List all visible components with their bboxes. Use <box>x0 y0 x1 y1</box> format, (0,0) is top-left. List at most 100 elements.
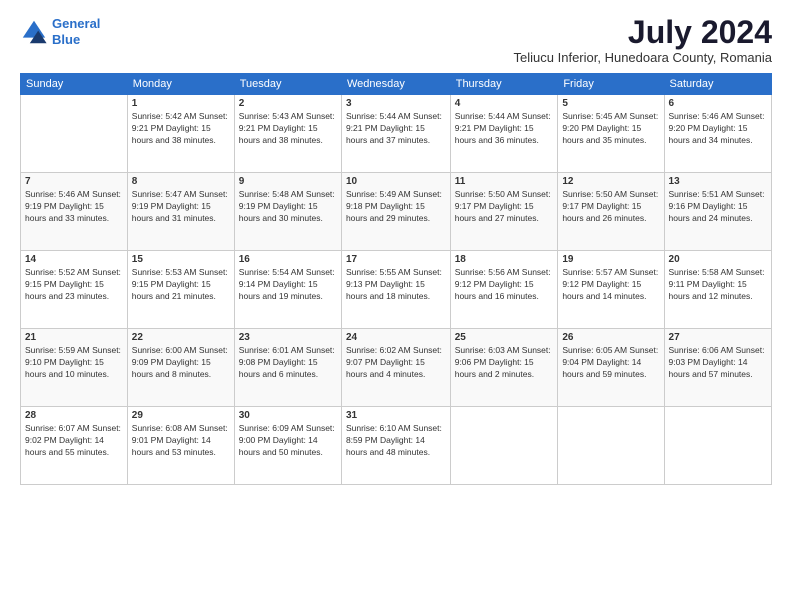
table-row: 5 Sunrise: 5:45 AM Sunset: 9:20 PM Daylig… <box>558 95 664 173</box>
col-monday: Monday <box>127 74 234 95</box>
day-number: 1 <box>132 98 230 109</box>
day-info: Sunrise: 5:54 AM Sunset: 9:14 PM Dayligh… <box>239 267 337 303</box>
day-number: 19 <box>562 254 659 265</box>
table-row: 22 Sunrise: 6:00 AM Sunset: 9:09 PM Dayli… <box>127 329 234 407</box>
day-info: Sunrise: 6:05 AM Sunset: 9:04 PM Dayligh… <box>562 345 659 381</box>
day-info: Sunrise: 5:56 AM Sunset: 9:12 PM Dayligh… <box>455 267 554 303</box>
day-info: Sunrise: 5:48 AM Sunset: 9:19 PM Dayligh… <box>239 189 337 225</box>
logo-text: General Blue <box>52 16 100 47</box>
calendar-week-5: 28 Sunrise: 6:07 AM Sunset: 9:02 PM Dayli… <box>21 407 772 485</box>
day-number: 8 <box>132 176 230 187</box>
col-thursday: Thursday <box>450 74 558 95</box>
day-number: 22 <box>132 332 230 343</box>
day-info: Sunrise: 5:51 AM Sunset: 9:16 PM Dayligh… <box>669 189 767 225</box>
col-friday: Friday <box>558 74 664 95</box>
table-row <box>664 407 771 485</box>
day-info: Sunrise: 5:50 AM Sunset: 9:17 PM Dayligh… <box>455 189 554 225</box>
logo: General Blue <box>20 16 100 47</box>
table-row: 11 Sunrise: 5:50 AM Sunset: 9:17 PM Dayli… <box>450 173 558 251</box>
day-info: Sunrise: 6:00 AM Sunset: 9:09 PM Dayligh… <box>132 345 230 381</box>
table-row: 12 Sunrise: 5:50 AM Sunset: 9:17 PM Dayli… <box>558 173 664 251</box>
table-row: 13 Sunrise: 5:51 AM Sunset: 9:16 PM Dayli… <box>664 173 771 251</box>
day-info: Sunrise: 5:53 AM Sunset: 9:15 PM Dayligh… <box>132 267 230 303</box>
table-row: 15 Sunrise: 5:53 AM Sunset: 9:15 PM Dayli… <box>127 251 234 329</box>
day-number: 3 <box>346 98 446 109</box>
day-info: Sunrise: 5:47 AM Sunset: 9:19 PM Dayligh… <box>132 189 230 225</box>
table-row: 31 Sunrise: 6:10 AM Sunset: 8:59 PM Dayli… <box>341 407 450 485</box>
day-number: 15 <box>132 254 230 265</box>
day-number: 14 <box>25 254 123 265</box>
table-row: 2 Sunrise: 5:43 AM Sunset: 9:21 PM Daylig… <box>234 95 341 173</box>
day-number: 25 <box>455 332 554 343</box>
day-info: Sunrise: 6:06 AM Sunset: 9:03 PM Dayligh… <box>669 345 767 381</box>
day-info: Sunrise: 5:45 AM Sunset: 9:20 PM Dayligh… <box>562 111 659 147</box>
table-row: 20Sunrise: 5:58 AM Sunset: 9:11 PM Dayli… <box>664 251 771 329</box>
day-number: 26 <box>562 332 659 343</box>
table-row: 26 Sunrise: 6:05 AM Sunset: 9:04 PM Dayli… <box>558 329 664 407</box>
day-info: Sunrise: 5:44 AM Sunset: 9:21 PM Dayligh… <box>346 111 446 147</box>
calendar-table: Sunday Monday Tuesday Wednesday Thursday… <box>20 73 772 485</box>
day-info: Sunrise: 5:44 AM Sunset: 9:21 PM Dayligh… <box>455 111 554 147</box>
table-row <box>450 407 558 485</box>
logo-line2: Blue <box>52 32 80 47</box>
day-info: Sunrise: 6:09 AM Sunset: 9:00 PM Dayligh… <box>239 423 337 459</box>
day-number: 4 <box>455 98 554 109</box>
col-saturday: Saturday <box>664 74 771 95</box>
day-number: 21 <box>25 332 123 343</box>
day-number: 13 <box>669 176 767 187</box>
calendar-week-2: 7 Sunrise: 5:46 AM Sunset: 9:19 PM Daylig… <box>21 173 772 251</box>
table-row: 14 Sunrise: 5:52 AM Sunset: 9:15 PM Dayli… <box>21 251 128 329</box>
col-tuesday: Tuesday <box>234 74 341 95</box>
day-number: 9 <box>239 176 337 187</box>
day-number: 11 <box>455 176 554 187</box>
day-number: 29 <box>132 410 230 421</box>
day-number: 31 <box>346 410 446 421</box>
table-row: 16 Sunrise: 5:54 AM Sunset: 9:14 PM Dayli… <box>234 251 341 329</box>
day-number: 17 <box>346 254 446 265</box>
day-number: 6 <box>669 98 767 109</box>
table-row: 24Sunrise: 6:02 AM Sunset: 9:07 PM Dayli… <box>341 329 450 407</box>
day-info: Sunrise: 6:08 AM Sunset: 9:01 PM Dayligh… <box>132 423 230 459</box>
day-info: Sunrise: 6:02 AM Sunset: 9:07 PM Dayligh… <box>346 345 446 381</box>
table-row <box>558 407 664 485</box>
table-row: 29 Sunrise: 6:08 AM Sunset: 9:01 PM Dayli… <box>127 407 234 485</box>
day-info: Sunrise: 6:07 AM Sunset: 9:02 PM Dayligh… <box>25 423 123 459</box>
day-number: 16 <box>239 254 337 265</box>
day-number: 10 <box>346 176 446 187</box>
day-info: Sunrise: 5:52 AM Sunset: 9:15 PM Dayligh… <box>25 267 123 303</box>
day-number: 23 <box>239 332 337 343</box>
day-info: Sunrise: 5:50 AM Sunset: 9:17 PM Dayligh… <box>562 189 659 225</box>
day-info: Sunrise: 5:46 AM Sunset: 9:19 PM Dayligh… <box>25 189 123 225</box>
day-info: Sunrise: 6:10 AM Sunset: 8:59 PM Dayligh… <box>346 423 446 459</box>
day-info: Sunrise: 6:03 AM Sunset: 9:06 PM Dayligh… <box>455 345 554 381</box>
day-info: Sunrise: 5:59 AM Sunset: 9:10 PM Dayligh… <box>25 345 123 381</box>
day-number: 7 <box>25 176 123 187</box>
location: Teliucu Inferior, Hunedoara County, Roma… <box>514 50 772 65</box>
day-info: Sunrise: 5:49 AM Sunset: 9:18 PM Dayligh… <box>346 189 446 225</box>
table-row: 25 Sunrise: 6:03 AM Sunset: 9:06 PM Dayli… <box>450 329 558 407</box>
page: General Blue July 2024 Teliucu Inferior,… <box>0 0 792 612</box>
table-row: 3 Sunrise: 5:44 AM Sunset: 9:21 PM Daylig… <box>341 95 450 173</box>
logo-line1: General <box>52 16 100 31</box>
table-row: 7 Sunrise: 5:46 AM Sunset: 9:19 PM Daylig… <box>21 173 128 251</box>
day-info: Sunrise: 5:42 AM Sunset: 9:21 PM Dayligh… <box>132 111 230 147</box>
day-number: 12 <box>562 176 659 187</box>
day-number: 5 <box>562 98 659 109</box>
day-number: 28 <box>25 410 123 421</box>
day-info: Sunrise: 6:01 AM Sunset: 9:08 PM Dayligh… <box>239 345 337 381</box>
table-row: 17 Sunrise: 5:55 AM Sunset: 9:13 PM Dayli… <box>341 251 450 329</box>
day-number: 2 <box>239 98 337 109</box>
day-info: Sunrise: 5:55 AM Sunset: 9:13 PM Dayligh… <box>346 267 446 303</box>
table-row: 18 Sunrise: 5:56 AM Sunset: 9:12 PM Dayli… <box>450 251 558 329</box>
day-number: 18 <box>455 254 554 265</box>
table-row: 21 Sunrise: 5:59 AM Sunset: 9:10 PM Dayli… <box>21 329 128 407</box>
calendar-week-4: 21 Sunrise: 5:59 AM Sunset: 9:10 PM Dayli… <box>21 329 772 407</box>
day-info: Sunrise: 5:58 AM Sunset: 9:11 PM Dayligh… <box>669 267 767 303</box>
table-row: 10 Sunrise: 5:49 AM Sunset: 9:18 PM Dayli… <box>341 173 450 251</box>
month-title: July 2024 <box>514 16 772 48</box>
calendar-week-3: 14 Sunrise: 5:52 AM Sunset: 9:15 PM Dayli… <box>21 251 772 329</box>
day-number: 30 <box>239 410 337 421</box>
day-info: Sunrise: 5:43 AM Sunset: 9:21 PM Dayligh… <box>239 111 337 147</box>
table-row: 6 Sunrise: 5:46 AM Sunset: 9:20 PM Daylig… <box>664 95 771 173</box>
day-info: Sunrise: 5:46 AM Sunset: 9:20 PM Dayligh… <box>669 111 767 147</box>
